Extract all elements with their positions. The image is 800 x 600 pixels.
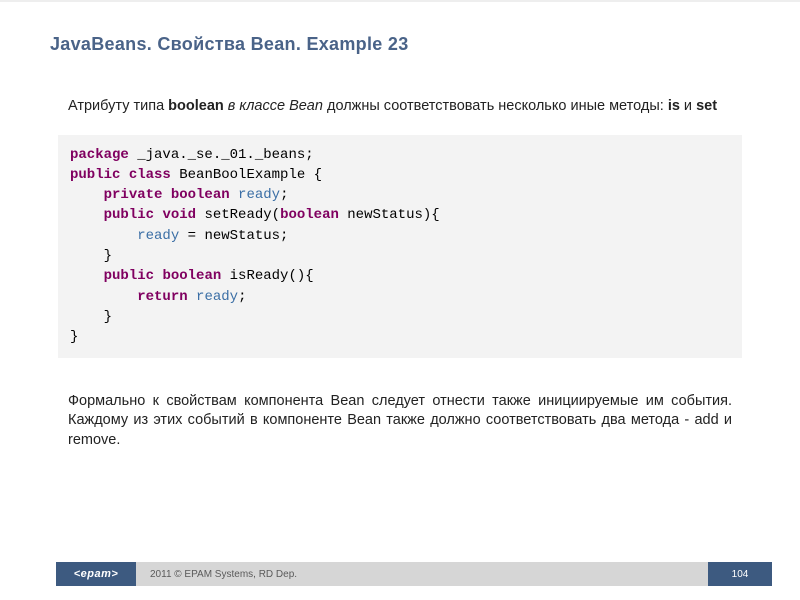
slide-content: JavaBeans. Свойства Bean. Example 23 Атр… — [0, 0, 800, 450]
kw-public: public — [70, 167, 120, 183]
kw-private: private — [104, 187, 163, 203]
code-text: } — [104, 309, 112, 325]
code-text: } — [70, 329, 78, 345]
page-number: 104 — [708, 562, 772, 586]
kw-public: public — [104, 268, 154, 284]
closing-paragraph: Формально к свойствам компонента Bean сл… — [68, 392, 732, 451]
text: должны соответствовать несколько иные ме… — [323, 98, 668, 114]
footer-spacer — [772, 562, 800, 586]
code-text: isReady(){ — [221, 268, 313, 284]
copyright-text: 2011 © EPAM Systems, RD Dep. — [136, 562, 708, 586]
code-text: _java._se._01._beans; — [129, 147, 314, 163]
kw-boolean: boolean — [171, 187, 230, 203]
code-text: } — [104, 248, 112, 264]
epam-logo: <epam> — [56, 562, 136, 586]
field-ready: ready — [238, 187, 280, 203]
footer-bar: <epam> 2011 © EPAM Systems, RD Dep. 104 — [0, 562, 800, 586]
footer-spacer — [0, 562, 56, 586]
field-ready: ready — [196, 289, 238, 305]
keyword-boolean: boolean — [168, 98, 224, 114]
italic-phrase: в классе Bean — [228, 98, 323, 114]
kw-boolean: boolean — [162, 268, 221, 284]
kw-public: public — [104, 207, 154, 223]
code-text: newStatus){ — [339, 207, 440, 223]
top-rule — [0, 0, 800, 2]
code-text: = newStatus; — [179, 228, 288, 244]
kw-class: class — [129, 167, 171, 183]
code-text: setReady( — [196, 207, 280, 223]
keyword-set: set — [696, 98, 717, 114]
code-block: package _java._se._01._beans; public cla… — [58, 135, 742, 358]
text: Атрибуту типа — [68, 98, 168, 114]
code-text: ; — [280, 187, 288, 203]
kw-package: package — [70, 147, 129, 163]
kw-void: void — [162, 207, 196, 223]
code-text: BeanBoolExample { — [171, 167, 322, 183]
intro-paragraph: Атрибуту типа boolean в классе Bean долж… — [68, 97, 732, 117]
kw-return: return — [137, 289, 187, 305]
field-ready: ready — [137, 228, 179, 244]
code-text: ; — [238, 289, 246, 305]
keyword-is: is — [668, 98, 680, 114]
kw-boolean: boolean — [280, 207, 339, 223]
text: и — [680, 98, 696, 114]
slide-title: JavaBeans. Свойства Bean. Example 23 — [50, 34, 750, 55]
